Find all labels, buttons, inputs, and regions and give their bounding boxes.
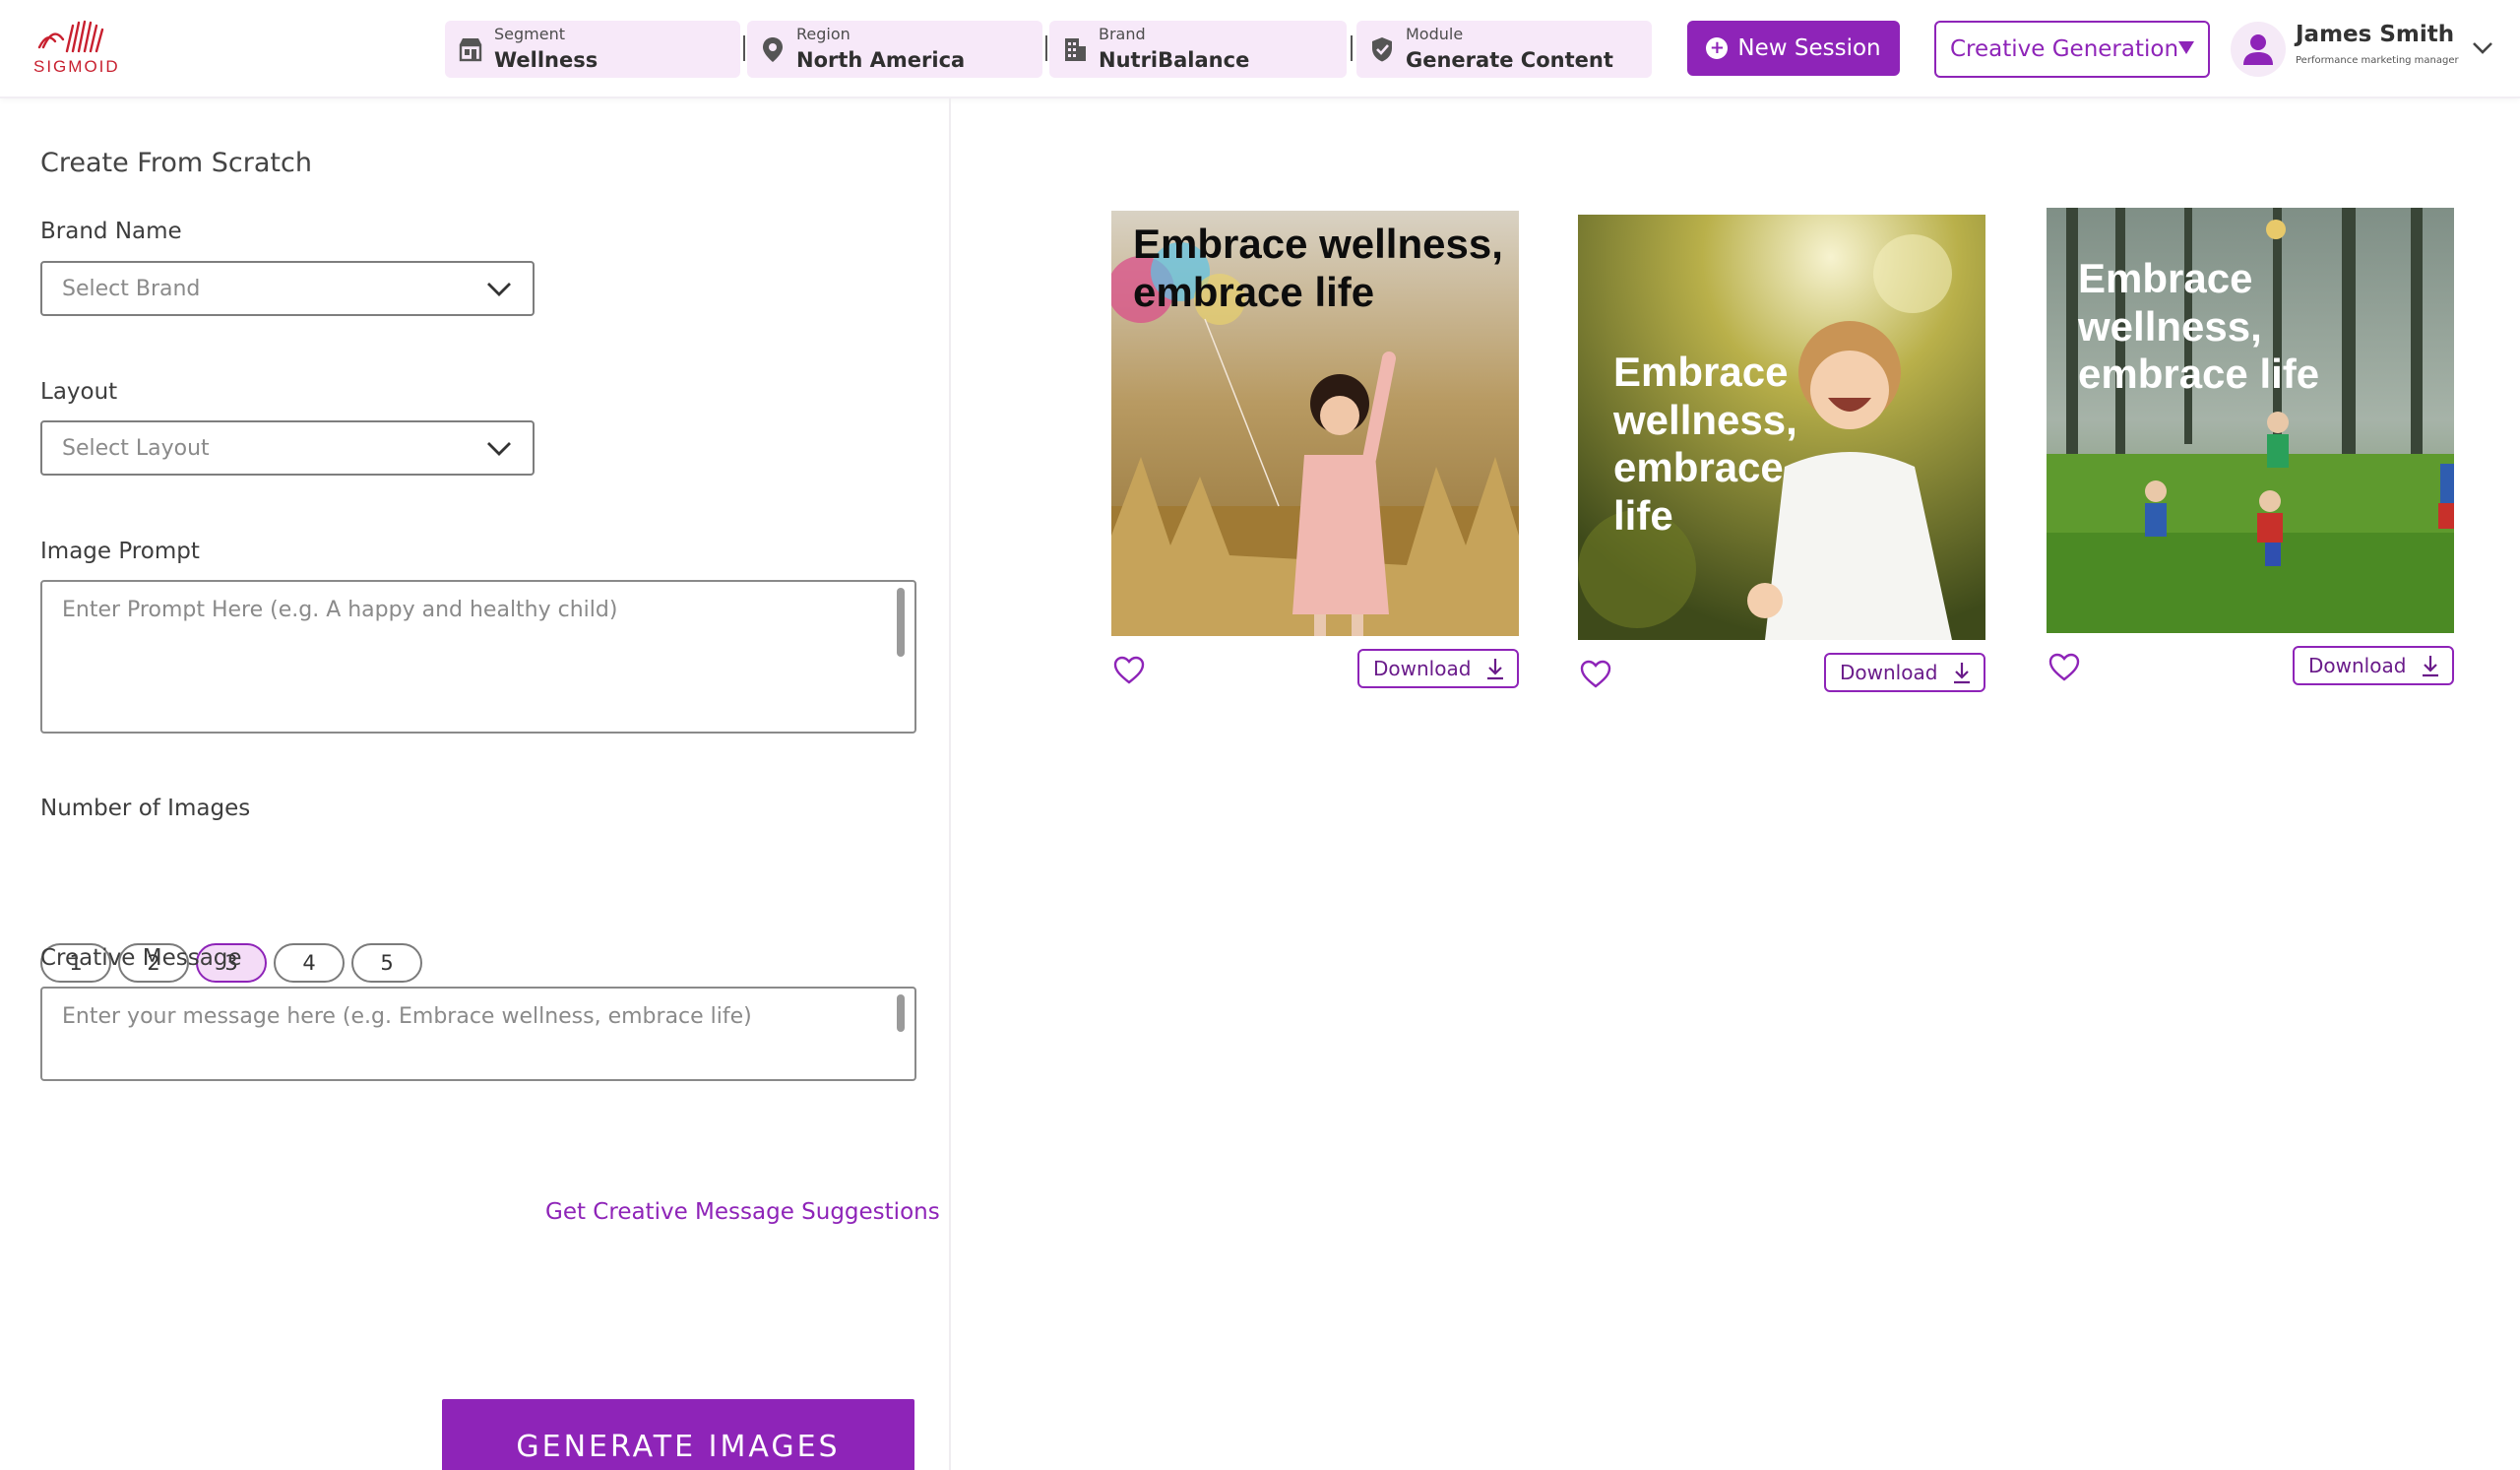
heart-icon[interactable] [1579,660,1612,689]
chevron-down-icon [487,442,511,456]
context-brand[interactable]: Brand NutriBalance [1049,21,1347,78]
context-label: Segment [494,25,565,43]
message-suggestions-link[interactable]: Get Creative Message Suggestions [545,1199,940,1225]
generated-image-1[interactable]: Embrace wellness, embrace life [1111,211,1519,636]
generated-image-3[interactable]: Embrace wellness, embrace life [2047,208,2454,633]
chevron-down-icon [487,283,511,296]
mode-select-value: Creative Generation [1950,36,2179,62]
download-icon [1954,663,1971,684]
store-icon [459,38,482,62]
creative-message-label: Creative Message [40,945,242,971]
context-region[interactable]: Region North America [747,21,1042,78]
top-header: SIGMOID Segment Wellness Region North Am… [0,0,2520,98]
context-value: Wellness [494,48,598,72]
user-name: James Smith [2296,22,2455,47]
download-label: Download [1840,661,1938,684]
context-value: Generate Content [1406,48,1613,72]
plus-circle-icon: + [1706,37,1729,59]
new-session-label: New Session [1737,35,1881,61]
create-form-panel: Create From Scratch Brand Name Select Br… [0,98,951,1470]
context-value: North America [796,48,966,72]
image-prompt-input[interactable]: Enter Prompt Here (e.g. A happy and heal… [40,580,916,734]
download-icon [1487,659,1504,680]
heart-icon[interactable] [2048,653,2081,682]
user-menu[interactable]: James Smith Performance marketing manage… [2231,16,2496,81]
shield-check-icon [1372,37,1392,62]
layout-label: Layout [40,379,118,405]
creative-message-input[interactable]: Enter your message here (e.g. Embrace we… [40,987,916,1081]
creative-message-placeholder: Enter your message here (e.g. Embrace we… [62,1004,752,1029]
user-icon [2243,34,2273,65]
number-of-images-label: Number of Images [40,796,251,821]
context-segment[interactable]: Segment Wellness [445,21,740,78]
logo-text: SIGMOID [33,57,120,76]
context-label: Region [796,25,850,43]
layout-select[interactable]: Select Layout [40,420,535,476]
divider [1351,35,1353,61]
layout-select-placeholder: Select Layout [62,435,210,461]
download-button[interactable]: Download [2293,646,2454,685]
scrollbar[interactable] [897,588,905,657]
form-title: Create From Scratch [40,148,312,178]
count-option-5[interactable]: 5 [351,943,422,983]
user-role: Performance marketing manager [2296,55,2459,66]
download-label: Download [2308,654,2407,677]
avatar [2231,22,2286,77]
brand-select-placeholder: Select Brand [62,276,201,301]
sigmoid-logo[interactable]: SIGMOID [33,18,132,81]
building-icon [1065,38,1086,61]
chevron-down-icon[interactable] [2471,37,2494,57]
heart-icon[interactable] [1112,656,1146,685]
location-pin-icon [763,37,783,62]
generated-image-2[interactable]: Embrace wellness, embrace life [1578,215,1985,640]
scrollbar[interactable] [897,994,905,1032]
divider [743,35,745,61]
context-label: Brand [1099,25,1146,43]
image-prompt-label: Image Prompt [40,539,200,564]
creative-message-overlay: Embrace wellness, embrace life [1133,221,1503,315]
download-label: Download [1373,657,1472,680]
brand-name-label: Brand Name [40,219,182,244]
caret-down-icon [2178,41,2194,54]
context-label: Module [1406,25,1464,43]
brand-select[interactable]: Select Brand [40,261,535,316]
context-module[interactable]: Module Generate Content [1356,21,1652,78]
divider [1045,35,1047,61]
mode-select[interactable]: Creative Generation [1934,21,2210,78]
download-button[interactable]: Download [1357,649,1519,688]
context-value: NutriBalance [1099,48,1250,72]
new-session-button[interactable]: + New Session [1687,21,1900,76]
generate-images-button[interactable]: GENERATE IMAGES [442,1399,914,1470]
creative-message-overlay: Embrace wellness, embrace life [2078,255,2320,398]
creative-message-overlay: Embrace wellness, embrace life [1613,349,1797,540]
download-button[interactable]: Download [1824,653,1985,692]
image-prompt-placeholder: Enter Prompt Here (e.g. A happy and heal… [62,598,618,622]
count-option-4[interactable]: 4 [274,943,345,983]
logo-mark-icon [37,20,104,53]
download-icon [2423,656,2439,677]
